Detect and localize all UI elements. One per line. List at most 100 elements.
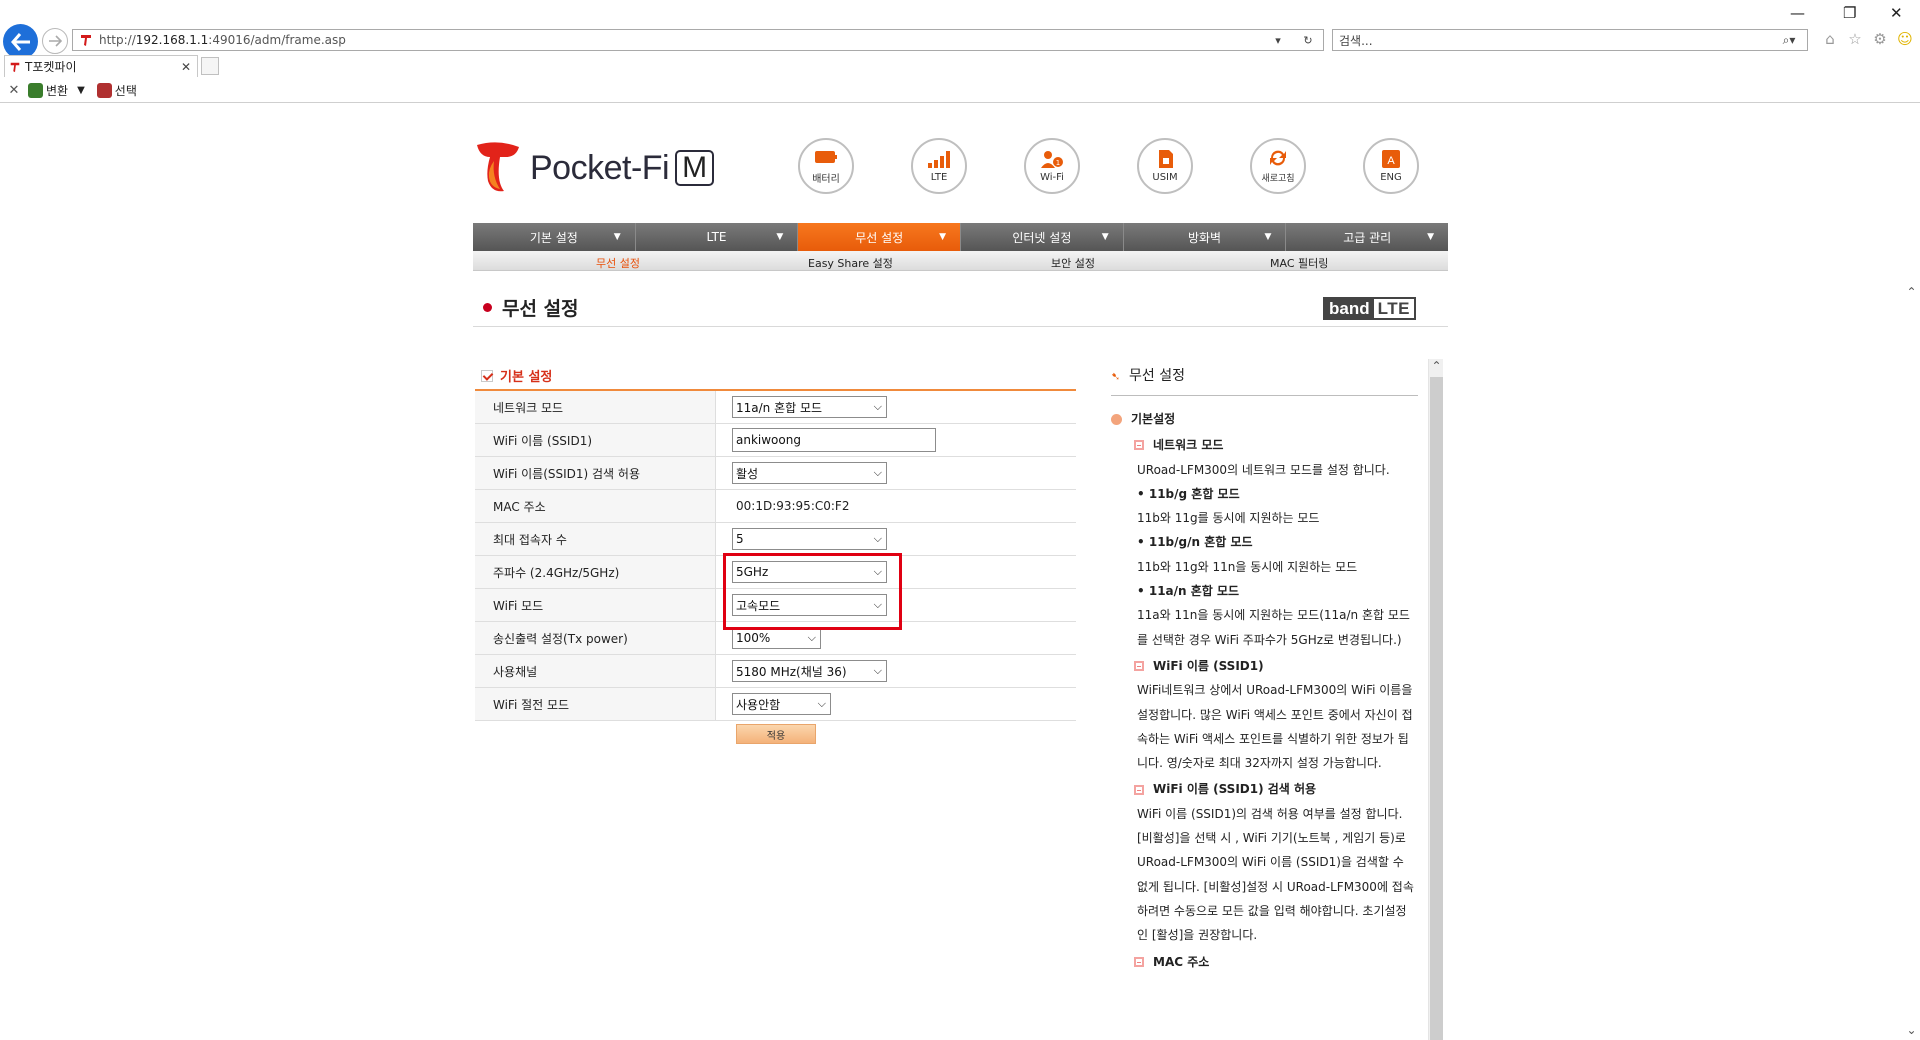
back-button[interactable] xyxy=(3,24,38,59)
close-window-icon[interactable]: ✕ xyxy=(1890,4,1903,22)
refresh-button[interactable]: 새로고침 xyxy=(1250,138,1306,194)
dropdown-icon[interactable]: ▾ xyxy=(1263,34,1293,47)
select-value: 사용안함 xyxy=(736,697,781,712)
fav-label: 변환 xyxy=(46,83,69,98)
lte-button[interactable]: LTE xyxy=(911,138,967,194)
chevron-down-icon: ▼ xyxy=(939,232,947,242)
row-max-clients: 최대 접속자 수 5 ⌵ xyxy=(475,523,1076,556)
chevron-down-icon: ⌵ xyxy=(873,400,882,413)
network-mode-select[interactable]: 11a/n 혼합 모드 ⌵ xyxy=(732,396,887,418)
help-bullet: • 11b/g/n 혼합 모드 xyxy=(1137,535,1253,550)
svg-text:1: 1 xyxy=(1056,159,1060,167)
close-bar-icon[interactable]: ✕ xyxy=(0,83,28,98)
fav-item-convert[interactable]: 변환 ▼ xyxy=(28,82,85,99)
refresh-label: 새로고침 xyxy=(1261,174,1295,184)
square-bullet-icon xyxy=(1134,661,1144,672)
row-power-save: WiFi 절전 모드 사용안함 ⌵ xyxy=(475,688,1076,721)
usim-button[interactable]: USIM xyxy=(1137,138,1193,194)
eng-label: ENG xyxy=(1380,172,1402,183)
home-icon[interactable]: ⌂ xyxy=(1820,29,1840,49)
settings-gear-icon[interactable]: ⚙ xyxy=(1870,29,1890,49)
nav-label: 무선 설정 xyxy=(855,230,904,245)
lte-label: LTE xyxy=(930,172,948,183)
select-value: 5 xyxy=(736,532,744,546)
help-arrow-icon: ➷ xyxy=(1111,370,1121,383)
field-label: 최대 접속자 수 xyxy=(475,523,716,555)
chevron-down-icon: ▼ xyxy=(776,232,784,242)
fav-item-select[interactable]: 선택 xyxy=(96,82,137,99)
nav-advanced[interactable]: 고급 관리 ▼ xyxy=(1286,223,1449,251)
help-bullet: • 11a/n 혼합 모드 xyxy=(1137,584,1240,599)
nav-lte[interactable]: LTE ▼ xyxy=(635,223,799,251)
router-admin-page: Pocket-Fi M 배터리 LTE 1 Wi-Fi USIM 새로고침 A … xyxy=(0,104,1896,1040)
forward-button[interactable] xyxy=(42,28,68,54)
sim-card-icon xyxy=(1159,150,1173,168)
section-title: 기본 설정 xyxy=(500,370,553,385)
refresh-icon[interactable]: ↻ xyxy=(1293,34,1323,47)
field-label: 네트워크 모드 xyxy=(475,391,716,423)
browser-tab[interactable]: T포켓파이 ✕ xyxy=(4,55,198,77)
highlight-annotation xyxy=(723,553,902,630)
field-label: 송신출력 설정(Tx power) xyxy=(475,622,716,654)
search-box[interactable]: 검색... ⌕▾ xyxy=(1332,29,1808,51)
subnav-security[interactable]: 보안 설정 xyxy=(1051,255,1095,271)
channel-select[interactable]: 5180 MHz(채널 36) ⌵ xyxy=(732,660,887,682)
subnav-wireless[interactable]: 무선 설정 xyxy=(596,255,640,271)
search-icon[interactable]: ⌕▾ xyxy=(1771,33,1807,48)
scroll-up-icon[interactable]: ⌃ xyxy=(1903,285,1920,302)
chevron-down-icon: ⌵ xyxy=(873,466,882,479)
nav-wireless-settings[interactable]: 무선 설정 ▼ xyxy=(798,223,962,251)
dropdown-arrow-icon[interactable]: ▼ xyxy=(77,85,85,96)
field-label: 사용채널 xyxy=(475,655,716,687)
search-placeholder: 검색... xyxy=(1339,33,1373,48)
scroll-down-icon[interactable]: ⌄ xyxy=(1903,1023,1920,1040)
nav-firewall[interactable]: 방화벽 ▼ xyxy=(1123,223,1287,251)
subnav-mac-filter[interactable]: MAC 필터링 xyxy=(1270,255,1328,271)
page-title: 무선 설정 xyxy=(483,294,579,321)
smiley-icon[interactable]: ☺ xyxy=(1895,29,1915,49)
ssid-broadcast-select[interactable]: 활성 ⌵ xyxy=(732,462,887,484)
help-scrollbar[interactable]: ⌃ xyxy=(1428,359,1443,1040)
arrow-right-icon xyxy=(49,35,62,47)
minimize-icon[interactable]: — xyxy=(1790,4,1805,22)
subnav-easy-share[interactable]: Easy Share 설정 xyxy=(808,255,893,271)
site-favicon-icon xyxy=(81,35,91,46)
chevron-down-icon: ⌵ xyxy=(807,631,816,644)
help-subsection: MAC 주소 xyxy=(1111,950,1417,974)
tab-close-icon[interactable]: ✕ xyxy=(181,60,191,74)
nav-internet-settings[interactable]: 인터넷 설정 ▼ xyxy=(961,223,1124,251)
bullet-dot-icon xyxy=(483,303,492,312)
nav-label: 기본 설정 xyxy=(529,230,578,245)
refresh-arrows-icon xyxy=(1270,150,1286,166)
max-clients-select[interactable]: 5 ⌵ xyxy=(732,528,887,550)
address-bar[interactable]: http://192.168.1.1:49016/adm/frame.asp ▾… xyxy=(72,29,1324,51)
help-subtitle: WiFi 이름 (SSID1) 검색 허용 xyxy=(1153,782,1317,797)
scroll-up-icon[interactable]: ⌃ xyxy=(1429,359,1444,377)
power-save-select[interactable]: 사용안함 ⌵ xyxy=(732,693,831,715)
row-channel: 사용채널 5180 MHz(채널 36) ⌵ xyxy=(475,655,1076,688)
browser-chrome: http://192.168.1.1:49016/adm/frame.asp ▾… xyxy=(0,0,1920,103)
fav-label: 선택 xyxy=(114,83,137,98)
wifi-button[interactable]: 1 Wi-Fi xyxy=(1024,138,1080,194)
chevron-down-icon: ▼ xyxy=(1264,232,1272,242)
favorites-star-icon[interactable]: ☆ xyxy=(1845,29,1865,49)
nav-basic-settings[interactable]: 기본 설정 ▼ xyxy=(473,223,636,251)
new-tab-button[interactable] xyxy=(201,57,219,75)
page-scrollbar[interactable]: ⌃ ⌄ xyxy=(1903,285,1920,1040)
divider xyxy=(473,326,1448,327)
scroll-thumb[interactable] xyxy=(1430,377,1443,1040)
tx-power-select[interactable]: 100% ⌵ xyxy=(732,627,821,649)
restore-icon[interactable]: ❐ xyxy=(1843,4,1856,22)
eng-button[interactable]: A ENG xyxy=(1363,138,1419,194)
battery-button[interactable]: 배터리 xyxy=(798,138,854,194)
svg-text:A: A xyxy=(1387,155,1395,167)
wifi-users-icon: 1 xyxy=(1041,151,1063,168)
help-paragraph: WiFi 이름 (SSID1)의 검색 허용 여부를 설정 합니다. [비활성]… xyxy=(1137,806,1414,943)
logo-badge: M xyxy=(675,150,715,186)
ssid-input[interactable]: ankiwoong xyxy=(732,428,936,452)
row-mac-address: MAC 주소 00:1D:93:95:C0:F2 xyxy=(475,490,1076,523)
select-value: 5180 MHz(채널 36) xyxy=(736,664,847,679)
apply-button[interactable]: 적용 xyxy=(736,724,816,744)
help-panel: ➷ 무선 설정 기본설정 네트워크 모드 URoad-LFM300의 네트워크 … xyxy=(1107,357,1443,1040)
mac-address-value: 00:1D:93:95:C0:F2 xyxy=(736,499,850,513)
